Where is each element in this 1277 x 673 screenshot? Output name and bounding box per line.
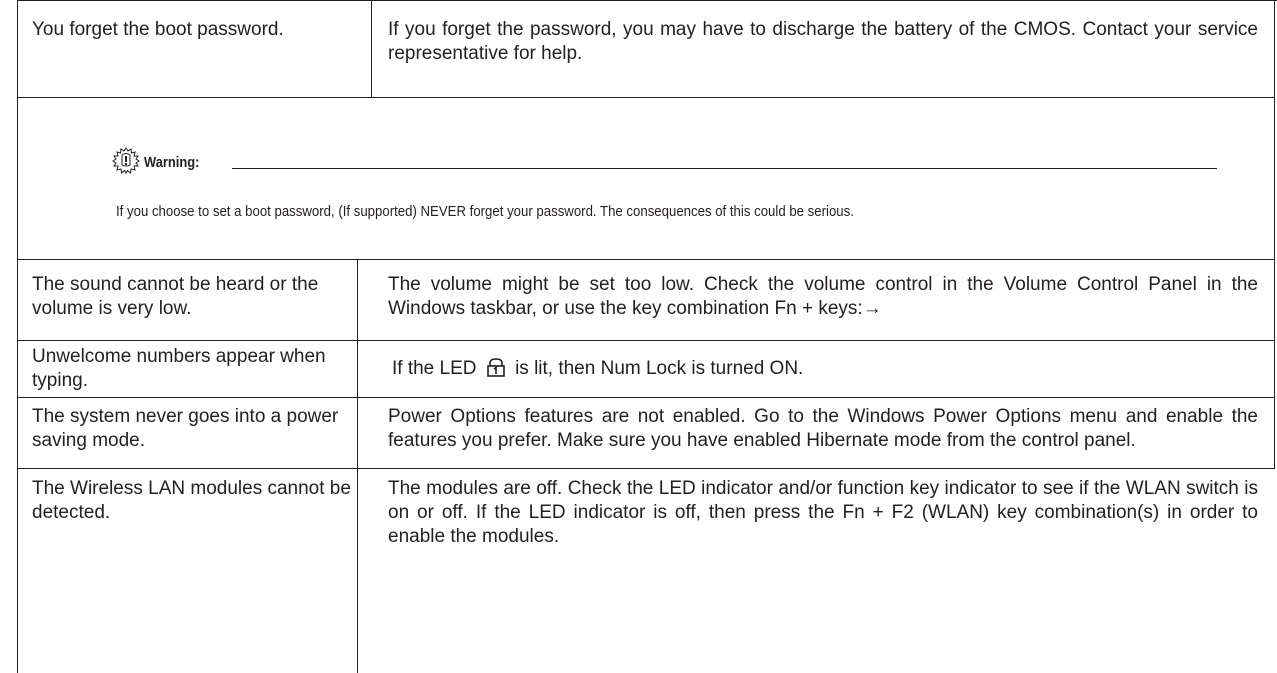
table-top-border [17,0,1277,1]
row-divider-3 [17,340,1275,341]
solution-text-after: is lit, then Num Lock is turned ON. [515,358,804,379]
column-divider-2 [357,259,358,673]
solution-text-before: If the LED [392,358,477,379]
warning-icon [112,147,140,174]
table-left-border [17,0,18,673]
row-divider-5 [17,468,1275,469]
problem-cell-boot-password: You forget the boot password. [32,19,284,40]
row-divider-4 [17,397,1275,398]
solution-cell-numbers: If the LED is lit, then Num Lock is turn… [392,357,1262,381]
warning-text: If you choose to set a boot password, (I… [116,203,854,220]
warning-rule [232,168,1217,169]
problem-cell-power: The system never goes into a power savin… [32,406,339,451]
row-divider-2 [17,259,1275,260]
solution-cell-power: Power Options features are not enabled. … [388,406,1258,451]
troubleshooting-page: You forget the boot password. If you for… [0,0,1277,673]
num-lock-icon [486,358,505,377]
problem-cell-sound: The sound cannot be heard or the volume … [32,274,319,319]
solution-cell-wireless: The modules are off. Check the LED indic… [388,478,1258,547]
problem-cell-wireless: The Wireless LAN modules cannot be detec… [32,478,351,523]
column-divider-1 [371,0,372,97]
warning-title: Warning: [144,154,200,171]
solution-cell-boot-password: If you forget the password, you may have… [388,19,1258,64]
solution-cell-sound: The volume might be set too low. Check t… [388,274,1258,319]
problem-cell-numbers: Unwelcome numbers appear when typing. [32,346,326,391]
row-divider-1 [17,97,1275,98]
